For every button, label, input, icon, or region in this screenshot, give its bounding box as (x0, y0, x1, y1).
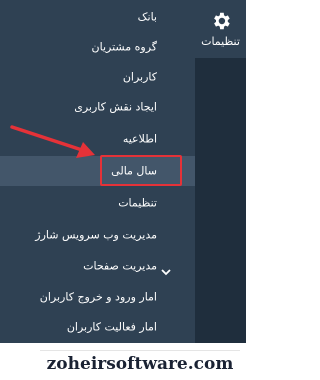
menu-item-login-stats[interactable]: امار ورود و خروج کاربران (0, 282, 195, 312)
settings-side-tab[interactable]: تنظیمات (195, 0, 246, 58)
menu-item-settings[interactable]: تنظیمات (0, 188, 195, 218)
side-tab-label: تنظیمات (201, 35, 240, 48)
menu-item-label: گروه مشتریان (91, 40, 157, 54)
highlight-box (100, 155, 182, 186)
gear-icon (213, 12, 230, 30)
menu-item-label: تنظیمات (118, 196, 157, 210)
menu-item-notice[interactable]: اطلاعیه (0, 124, 195, 154)
menu-item-label: ایجاد نقش کاربری (74, 100, 157, 114)
chevron-down-icon[interactable] (160, 266, 172, 278)
menu-item-bank[interactable]: بانک (0, 2, 195, 32)
menu-item-label: امار فعالیت کاربران (66, 320, 157, 334)
menu-item-create-role[interactable]: ایجاد نقش کاربری (0, 92, 195, 122)
menu-item-label: مدیریت وب سرویس شارژ (35, 228, 157, 242)
menu-item-label: مدیریت صفحات (83, 259, 157, 273)
menu-item-label: کاربران (122, 70, 157, 84)
menu-item-charge-webservice[interactable]: مدیریت وب سرویس شارژ (0, 220, 195, 250)
menu-item-customer-group[interactable]: گروه مشتریان (0, 32, 195, 62)
menu-item-label: اطلاعیه (122, 132, 157, 146)
menu-item-label: بانک (137, 10, 157, 24)
menu-item-activity-stats[interactable]: امار فعالیت کاربران (0, 312, 195, 342)
watermark: zoheirsoftware.com (40, 350, 240, 377)
menu-item-users[interactable]: کاربران (0, 62, 195, 92)
menu-item-label: امار ورود و خروج کاربران (39, 290, 157, 304)
